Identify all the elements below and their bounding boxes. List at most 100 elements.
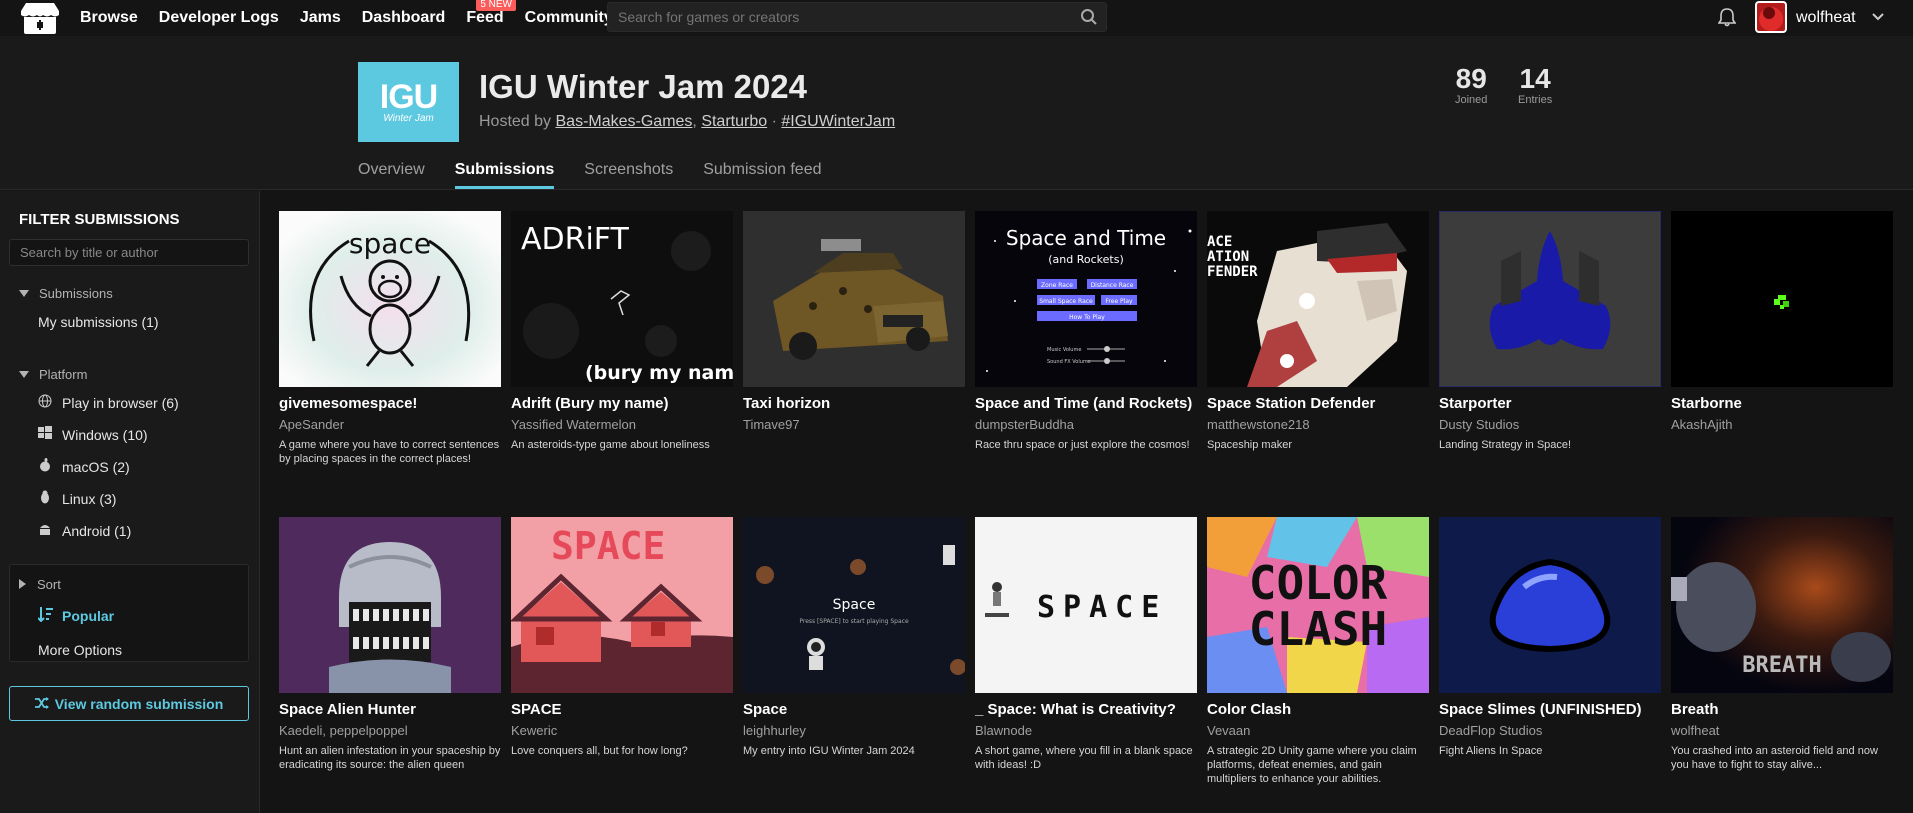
game-thumbnail[interactable] [743,211,965,387]
game-author[interactable]: Yassified Watermelon [511,417,733,432]
nav-community[interactable]: Community [525,9,613,27]
sort-popular[interactable]: Popular [37,606,114,625]
jam-logo-text: IGU [379,77,438,116]
game-title[interactable]: Space Slimes (UNFINISHED) [1439,701,1661,718]
thumb-text: Space and Time [1006,226,1166,250]
platform-browser-filter[interactable]: Play in browser (6) [38,394,179,411]
game-author[interactable]: Blawnode [975,723,1197,738]
game-thumbnail[interactable]: ADRiFT (bury my name) [511,211,733,387]
platform-section-label: Platform [39,367,88,382]
platform-android-filter[interactable]: Android (1) [38,522,131,539]
site-search [607,2,1107,32]
game-card[interactable]: BREATH Breath wolfheat You crashed into … [1671,517,1893,772]
game-author[interactable]: DeadFlop Studios [1439,723,1661,738]
avatar[interactable] [1755,1,1787,33]
username[interactable]: wolfheat [1796,9,1856,27]
game-title[interactable]: Taxi horizon [743,395,965,412]
game-thumbnail[interactable]: Space Press [SPACE] to start playing Spa… [743,517,965,693]
game-card[interactable]: space givemesomespace! ApeSander A game … [279,211,501,466]
game-card[interactable]: Space and Time (and Rockets) Zone Race D… [975,211,1197,452]
game-title[interactable]: Color Clash [1207,701,1429,718]
tab-overview[interactable]: Overview [358,161,425,189]
host-link-2[interactable]: Starturbo [701,113,767,130]
itchio-logo[interactable] [20,0,60,36]
game-thumbnail[interactable]: SPACE [511,517,733,693]
thumb-text: FENDER [1207,264,1258,280]
game-author[interactable]: Kaedeli, peppelpoppel [279,723,501,738]
tab-submission-feed[interactable]: Submission feed [703,161,821,189]
game-title[interactable]: _ Space: What is Creativity? [975,701,1197,718]
game-thumbnail[interactable] [1439,211,1661,387]
game-author[interactable]: matthewstone218 [1207,417,1429,432]
game-author[interactable]: wolfheat [1671,723,1893,738]
game-author[interactable]: AkashAjith [1671,417,1893,432]
game-card[interactable]: ADRiFT (bury my name) Adrift (Bury my na… [511,211,733,452]
game-card[interactable]: SPACE _ Space: What is Creativity? Blawn… [975,517,1197,772]
nav-jams[interactable]: Jams [300,9,341,27]
game-author[interactable]: ApeSander [279,417,501,432]
thumb-text: SPACE [551,524,665,568]
host-link-1[interactable]: Bas-Makes-Games [556,113,693,130]
submissions-section-toggle[interactable]: Submissions [19,286,113,301]
joined-stat: 89 Joined [1455,64,1487,107]
chevron-down-icon[interactable] [1870,8,1886,29]
view-random-submission-button[interactable]: View random submission [9,686,249,721]
game-author[interactable]: Dusty Studios [1439,417,1661,432]
game-title[interactable]: SPACE [511,701,733,718]
game-thumbnail[interactable]: Space and Time (and Rockets) Zone Race D… [975,211,1197,387]
game-author[interactable]: dumpsterBuddha [975,417,1197,432]
game-thumbnail[interactable]: ACE ATION FENDER [1207,211,1429,387]
game-card[interactable]: Starporter Dusty Studios Landing Strateg… [1439,211,1661,452]
game-author[interactable]: Keweric [511,723,733,738]
game-title[interactable]: Space and Time (and Rockets) [975,395,1197,412]
android-icon [38,522,52,539]
game-title[interactable]: Adrift (Bury my name) [511,395,733,412]
platform-macos-filter[interactable]: macOS (2) [38,458,130,475]
nav-developer-logs[interactable]: Developer Logs [159,9,279,27]
game-thumbnail[interactable] [1439,517,1661,693]
game-title[interactable]: Space [743,701,965,718]
game-thumbnail[interactable] [1671,211,1893,387]
game-author[interactable]: Vevaan [1207,723,1429,738]
game-thumbnail[interactable]: SPACE [975,517,1197,693]
my-submissions-filter[interactable]: My submissions (1) [38,314,159,330]
game-card[interactable]: Space Alien Hunter Kaedeli, peppelpoppel… [279,517,501,772]
thumb-text: ACE [1207,234,1232,250]
game-title[interactable]: Starporter [1439,395,1661,412]
game-title[interactable]: Breath [1671,701,1893,718]
game-card[interactable]: COLOR CLASH Color Clash Vevaan A strateg… [1207,517,1429,786]
game-card[interactable]: Space Slimes (UNFINISHED) DeadFlop Studi… [1439,517,1661,758]
game-title[interactable]: Space Alien Hunter [279,701,501,718]
game-author[interactable]: leighhurley [743,723,965,738]
game-thumbnail[interactable]: BREATH [1671,517,1893,693]
game-card[interactable]: ACE ATION FENDER Space Station Defender … [1207,211,1429,452]
hashtag-link[interactable]: #IGUWinterJam [781,113,895,130]
game-thumbnail[interactable]: COLOR CLASH [1207,517,1429,693]
platform-windows-filter[interactable]: Windows (10) [38,426,148,443]
platform-linux-filter[interactable]: Linux (3) [38,490,116,507]
tab-screenshots[interactable]: Screenshots [584,161,673,189]
platform-section-toggle[interactable]: Platform [19,367,87,382]
game-thumbnail[interactable] [279,517,501,693]
nav-feed[interactable]: Feed 5 NEW [466,0,516,27]
search-input[interactable] [608,3,1048,31]
bell-icon[interactable] [1717,7,1737,32]
game-title[interactable]: givemesomespace! [279,395,501,412]
nav-dashboard[interactable]: Dashboard [362,9,446,27]
game-author[interactable]: Timave97 [743,417,965,432]
search-icon[interactable] [1080,8,1098,31]
game-card[interactable]: Taxi horizon Timave97 [743,211,965,438]
game-card[interactable]: Starborne AkashAjith [1671,211,1893,438]
thumb-slider-label: Music Volume [1047,347,1081,353]
sort-section-toggle[interactable]: Sort [19,577,61,592]
game-title[interactable]: Space Station Defender [1207,395,1429,412]
game-card[interactable]: SPACE SPACE Keweric Love conquers all, b… [511,517,733,758]
filter-search-input[interactable] [9,239,249,266]
game-title[interactable]: Starborne [1671,395,1893,412]
game-thumbnail[interactable]: space [279,211,501,387]
tab-submissions[interactable]: Submissions [454,161,555,189]
nav-browse[interactable]: Browse [80,9,138,27]
thumb-subtext: CLASH [1249,602,1387,656]
more-options-link[interactable]: More Options [38,642,122,658]
game-card[interactable]: Space Press [SPACE] to start playing Spa… [743,517,965,758]
